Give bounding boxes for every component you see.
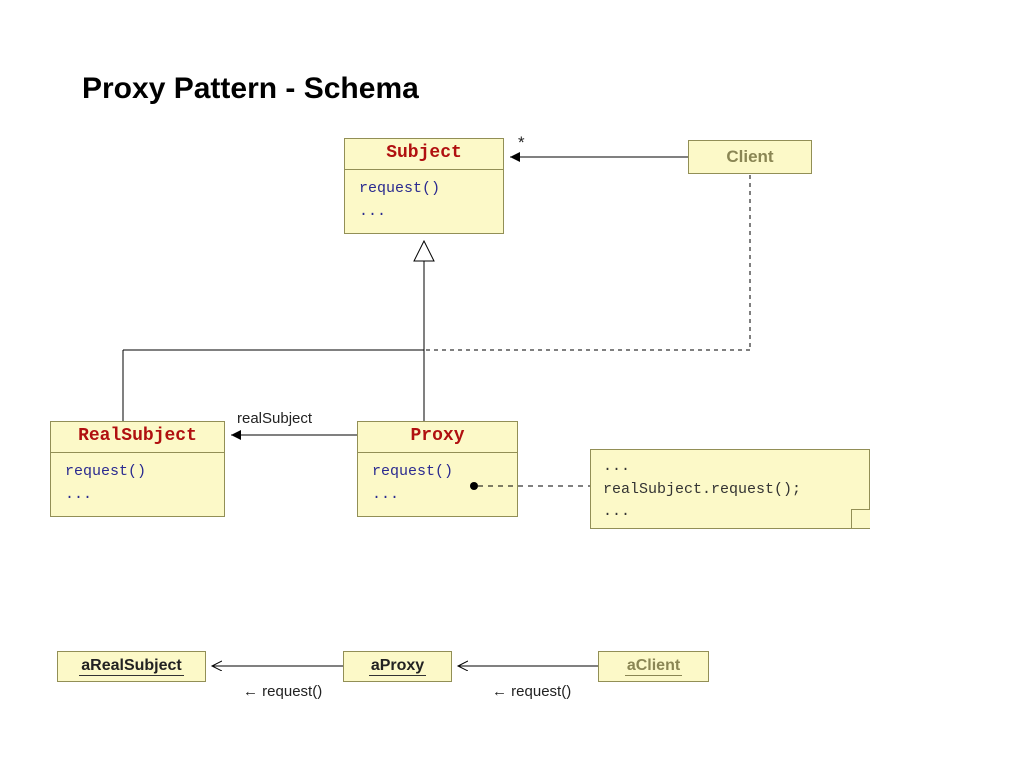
slide-title: Proxy Pattern - Schema [82,72,419,106]
object-aproxy: aProxy [343,651,452,682]
note-text: ... realSubject.request(); ... [603,458,801,520]
object-aproxy-label: aProxy [369,657,426,676]
object-aclient-label: aClient [625,657,682,676]
note: ... realSubject.request(); ... [590,449,870,529]
class-client: Client [688,140,812,174]
class-realsubject-ops: request() ... [51,453,224,516]
class-proxy-ops: request() ... [358,453,517,516]
object-arealsubject: aRealSubject [57,651,206,682]
object-aclient: aClient [598,651,709,682]
obj-req-2: ← request() [492,683,571,700]
class-realsubject: RealSubject request() ... [50,421,225,517]
class-proxy: Proxy request() ... [357,421,518,517]
class-subject: Subject request() ... [344,138,504,234]
class-subject-name: Subject [345,139,503,170]
class-client-name: Client [726,147,773,166]
object-arealsubject-label: aRealSubject [79,657,183,676]
class-realsubject-name: RealSubject [51,422,224,453]
slide: Proxy Pattern - Schema Subject request()… [0,0,1024,768]
multiplicity-star: * [518,133,525,153]
class-subject-ops: request() ... [345,170,503,233]
class-proxy-name: Proxy [358,422,517,453]
assoc-realsubject-label: realSubject [237,410,312,427]
obj-req-1: ← request() [243,683,322,700]
